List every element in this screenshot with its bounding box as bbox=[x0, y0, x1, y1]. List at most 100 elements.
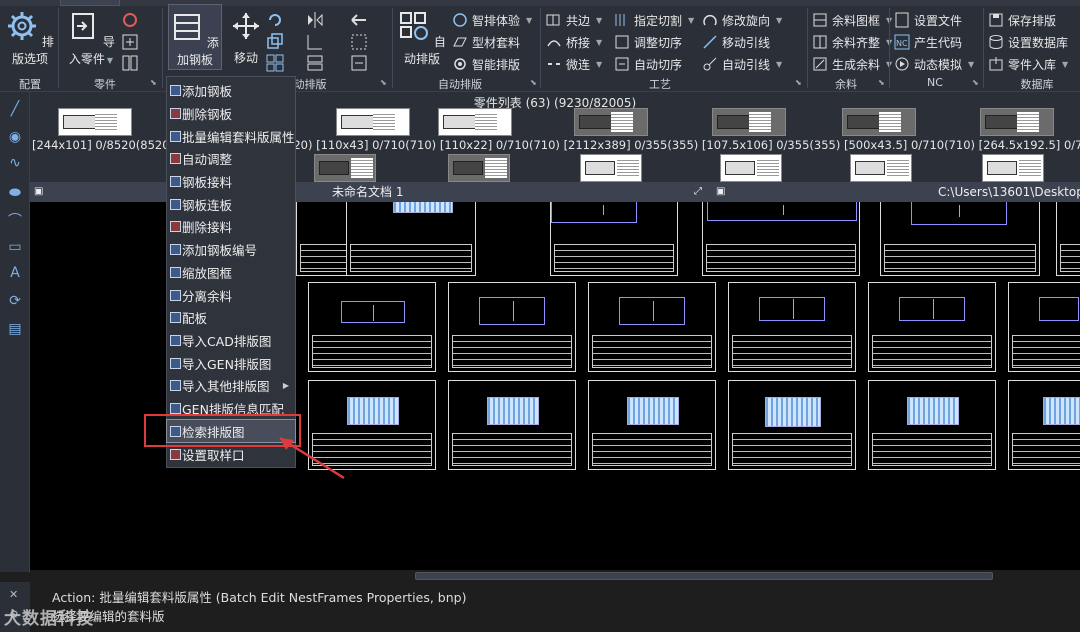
nest-sheet[interactable] bbox=[346, 202, 476, 276]
nest-sheet[interactable] bbox=[702, 202, 860, 276]
group-launcher-icon[interactable]: ⬊ bbox=[795, 78, 802, 87]
common-edge-button[interactable]: 共边 ▼ bbox=[546, 10, 602, 30]
part-thumbnail[interactable] bbox=[842, 108, 916, 136]
menu-item-auto-adjust[interactable]: 自动调整 bbox=[167, 147, 295, 169]
group-launcher-icon[interactable]: ⬊ bbox=[878, 78, 885, 87]
nest-sheet[interactable] bbox=[448, 380, 576, 470]
tab-4[interactable] bbox=[320, 0, 360, 6]
close-icon[interactable]: ✕ bbox=[9, 588, 18, 601]
refresh-tool-icon[interactable]: ⟳ bbox=[6, 292, 24, 310]
menu-item-separate-remnant[interactable]: 分离余料 bbox=[167, 284, 295, 306]
remnant-align-button[interactable]: 余料齐整▼ bbox=[812, 32, 892, 52]
add-plate-button[interactable]: 添加钢板 bbox=[168, 4, 222, 70]
doc-tab-path[interactable]: C:\Users\13601\Desktop\ bbox=[938, 182, 1080, 202]
arc-tool-icon[interactable]: ⌒ bbox=[6, 212, 24, 230]
part-tool-rotate[interactable] bbox=[122, 10, 138, 30]
tab-nesting[interactable] bbox=[60, 0, 120, 6]
ellipse-tool-icon[interactable]: ⬬ bbox=[6, 184, 24, 202]
nest-sheet[interactable] bbox=[728, 380, 856, 470]
hatch-tool-icon[interactable]: ▭ bbox=[6, 238, 24, 256]
save-nest-button[interactable]: 保存排版 bbox=[988, 10, 1056, 30]
part-thumbnail[interactable] bbox=[438, 108, 512, 136]
auto-nest-button[interactable]: 自动排版 bbox=[396, 10, 448, 67]
part-thumbnail[interactable] bbox=[980, 108, 1054, 136]
nest-sheet[interactable] bbox=[1008, 380, 1080, 470]
nest-sheet[interactable] bbox=[1008, 282, 1080, 372]
nesting-options-button[interactable]: 排版选项 bbox=[4, 10, 56, 67]
menu-item-delete-join[interactable]: 删除接料 bbox=[167, 215, 295, 237]
micro-joint-button[interactable]: 微连 ▼ bbox=[546, 54, 602, 74]
nest-sheet[interactable] bbox=[448, 282, 576, 372]
align-tool[interactable] bbox=[306, 32, 324, 52]
remnant-frame-button[interactable]: 余料图框▼ bbox=[812, 10, 892, 30]
menu-item-import-other[interactable]: 导入其他排版图 ▶ bbox=[167, 374, 295, 396]
group-launcher-icon[interactable]: ⬊ bbox=[380, 78, 387, 87]
part-thumbnail[interactable] bbox=[712, 108, 786, 136]
menu-item-delete-plate[interactable]: 删除钢板 bbox=[167, 102, 295, 124]
profile-nest-button[interactable]: 型材套料 bbox=[452, 32, 520, 52]
generate-remnant-button[interactable]: 生成余料▼ bbox=[812, 54, 892, 74]
text-tool-icon[interactable]: A bbox=[6, 264, 24, 282]
menu-item-scale-frame[interactable]: 缩放图框 bbox=[167, 261, 295, 283]
spline-tool-icon[interactable]: ∿ bbox=[6, 154, 24, 172]
part-thumbnail[interactable] bbox=[580, 154, 642, 182]
settings-file-button[interactable]: 设置文件 bbox=[894, 10, 962, 30]
menu-item-plate-link[interactable]: 钢板连板 bbox=[167, 193, 295, 215]
group-launcher-icon[interactable]: ⬊ bbox=[972, 78, 979, 87]
move-button[interactable]: 移动 bbox=[228, 10, 264, 66]
part-tool-columns[interactable] bbox=[122, 53, 138, 73]
line-tool-icon[interactable]: ╱ bbox=[6, 100, 24, 118]
nest-sheet[interactable] bbox=[880, 202, 1040, 276]
doc-tab-untitled[interactable]: 未命名文档 1 bbox=[332, 182, 403, 202]
move-tool-array[interactable] bbox=[266, 53, 284, 73]
dimension-tool-icon[interactable]: ▤ bbox=[6, 320, 24, 338]
mirror-tool[interactable] bbox=[306, 10, 324, 30]
part-thumbnail[interactable] bbox=[850, 154, 912, 182]
tab-3[interactable] bbox=[260, 0, 310, 6]
adjust-order-button[interactable]: 调整切序 bbox=[614, 32, 682, 52]
nest-sheet[interactable] bbox=[308, 282, 436, 372]
part-thumbnail[interactable] bbox=[720, 154, 782, 182]
group-launcher-icon[interactable]: ⬊ bbox=[150, 78, 157, 87]
smart-trial-button[interactable]: 智排体验 ▼ bbox=[452, 10, 532, 30]
nest-sheet[interactable] bbox=[1056, 202, 1080, 276]
part-thumbnail[interactable] bbox=[314, 154, 376, 182]
auto-leadin-button[interactable]: 自动引线 ▼ bbox=[702, 54, 782, 74]
circle-tool-icon[interactable]: ◉ bbox=[6, 128, 24, 146]
menu-item-import-cad[interactable]: 导入CAD排版图 bbox=[167, 329, 295, 351]
horizontal-scrollbar[interactable] bbox=[415, 572, 993, 580]
move-leadin-button[interactable]: 移动引线 bbox=[702, 32, 770, 52]
bridge-button[interactable]: 桥接 ▼ bbox=[546, 32, 602, 52]
stack-tool[interactable] bbox=[306, 53, 324, 73]
menu-item-import-gen[interactable]: 导入GEN排版图 bbox=[167, 352, 295, 374]
nest-sheet[interactable] bbox=[868, 282, 996, 372]
move-tool-copy[interactable] bbox=[266, 32, 284, 52]
part-tool-add[interactable] bbox=[122, 32, 138, 52]
part-thumbnail[interactable] bbox=[574, 108, 648, 136]
fit-tool[interactable] bbox=[350, 53, 368, 73]
arrow-left-tool[interactable] bbox=[350, 10, 368, 30]
menu-item-add-plate-number[interactable]: 添加钢板编号 bbox=[167, 238, 295, 260]
assign-cut-button[interactable]: 指定切割 ▼ bbox=[614, 10, 694, 30]
nest-sheet[interactable] bbox=[588, 380, 716, 470]
menu-item-batch-edit[interactable]: 批量编辑套料版属性 bbox=[167, 125, 295, 147]
nest-sheet[interactable] bbox=[588, 282, 716, 372]
expand-icon[interactable]: ⤢ bbox=[694, 182, 702, 202]
auto-order-button[interactable]: 自动切序 bbox=[614, 54, 682, 74]
menu-item-match-plate[interactable]: 配板 bbox=[167, 306, 295, 328]
part-thumbnail[interactable] bbox=[336, 108, 410, 136]
part-thumbnail[interactable] bbox=[982, 154, 1044, 182]
part-thumbnail[interactable] bbox=[448, 154, 510, 182]
move-tool-rotate[interactable] bbox=[266, 10, 284, 30]
group-launcher-icon[interactable]: ⬊ bbox=[530, 78, 537, 87]
set-database-button[interactable]: 设置数据库 bbox=[988, 32, 1068, 52]
nest-sheet[interactable] bbox=[728, 282, 856, 372]
smart-nest-button[interactable]: 智能排版 bbox=[452, 54, 520, 74]
generate-code-button[interactable]: NC 产生代码 bbox=[894, 32, 962, 52]
group-tool[interactable] bbox=[350, 32, 368, 52]
nest-sheet[interactable] bbox=[550, 202, 678, 276]
menu-item-plate-join[interactable]: 钢板接料 bbox=[167, 170, 295, 192]
change-direction-button[interactable]: 修改旋向 ▼ bbox=[702, 10, 782, 30]
nest-sheet[interactable] bbox=[868, 380, 996, 470]
parts-to-db-button[interactable]: 零件入库 ▼ bbox=[988, 54, 1068, 74]
